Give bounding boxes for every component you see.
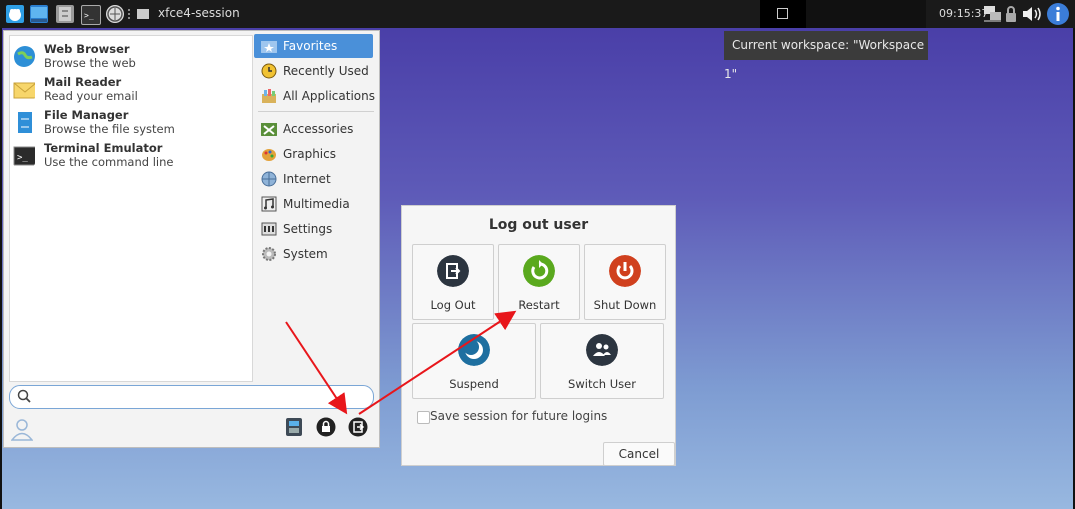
favorites-list: Web Browser Browse the web Mail Reader R… [9,35,253,382]
dialog-title: Log out user [488,217,589,233]
terminal-icon: >_ [13,146,35,166]
lock-icon[interactable] [1004,4,1018,24]
taskbar-window-title[interactable]: xfce4-session [158,6,240,20]
category-separator [258,111,374,112]
applications-icon [262,89,276,103]
category-label: Favorites [283,39,338,53]
xfce-logo-icon[interactable] [6,5,24,23]
lock-screen-icon[interactable] [316,417,336,437]
category-label: Multimedia [283,197,350,211]
category-settings[interactable]: Settings [254,217,373,241]
show-desktop-icon[interactable] [30,5,48,23]
item-title: Terminal Emulator [44,141,163,155]
network-icon[interactable] [982,5,1002,23]
item-subtitle: Browse the web [44,56,136,70]
category-label: All Applications [283,89,375,103]
category-label: Settings [283,222,333,236]
log-out-icon [437,255,469,287]
window-icon [137,9,149,19]
svg-text:>_: >_ [84,11,94,20]
application-menu: Web Browser Browse the web Mail Reader R… [3,30,380,448]
category-label: Accessories [283,122,354,136]
item-subtitle: Read your email [44,89,138,103]
log-out-label: Log Out [430,298,476,312]
settings-panel-icon [261,222,277,236]
svg-text:>_: >_ [17,153,28,163]
suspend-label: Suspend [449,377,499,391]
restart-button[interactable]: Restart [498,244,580,320]
power-icon [609,255,641,287]
category-favorites[interactable]: Favorites [254,34,373,58]
web-browser-launcher-icon[interactable] [106,5,124,23]
item-subtitle: Use the command line [44,155,174,169]
gear-icon [262,247,276,261]
category-recently-used[interactable]: Recently Used [254,59,373,83]
restart-icon [523,255,555,287]
switch-user-button[interactable]: Switch User [540,323,664,399]
workspace-tooltip: Current workspace: "Workspace 1" [724,31,928,81]
file-cabinet-launcher-icon[interactable] [56,5,74,23]
file-cabinet-icon [18,112,32,133]
star-folder-icon [261,41,277,53]
category-all-applications[interactable]: All Applications [254,84,375,108]
info-icon[interactable] [1046,2,1070,26]
category-label: Internet [283,172,331,186]
restart-label: Restart [518,298,560,312]
shut-down-button[interactable]: Shut Down [584,244,666,320]
category-graphics[interactable]: Graphics [254,142,373,166]
suspend-button[interactable]: Suspend [412,323,536,399]
volume-icon[interactable] [1021,5,1043,23]
workspace-area[interactable] [806,0,926,28]
user-avatar-icon[interactable] [11,417,33,441]
search-input[interactable] [9,385,374,409]
settings-manager-icon[interactable] [284,417,304,437]
category-label: Recently Used [283,64,369,78]
category-system[interactable]: System [254,242,373,266]
save-session-label: Save session for future logins [430,409,608,423]
envelope-icon [13,82,35,99]
shut-down-label: Shut Down [593,298,657,312]
clock[interactable]: 09:15:37 [939,7,988,20]
cancel-button[interactable]: Cancel [603,442,675,466]
switch-user-label: Switch User [568,377,636,391]
category-label: Graphics [283,147,336,161]
item-title: Web Browser [44,42,130,56]
users-icon [586,334,618,366]
logout-dialog: Log out user Log Out Restart Shut Down S… [401,205,676,466]
suspend-moon-icon [458,334,490,366]
item-title: File Manager [44,108,129,122]
accessories-icon [261,123,277,136]
globe-icon [14,46,35,67]
globe-icon [261,171,277,187]
log-out-icon[interactable] [348,417,368,437]
save-session-checkbox[interactable] [417,411,430,424]
category-label: System [283,247,328,261]
multimedia-icon [261,196,277,212]
search-icon [17,389,31,403]
top-panel: >_ xfce4-session 09:15:37 [0,0,1075,28]
log-out-button[interactable]: Log Out [412,244,494,320]
category-accessories[interactable]: Accessories [254,117,373,141]
palette-icon [262,149,276,161]
panel-separator [128,9,132,19]
category-multimedia[interactable]: Multimedia [254,192,373,216]
terminal-launcher-icon[interactable]: >_ [81,5,101,25]
workspace-switcher[interactable] [760,0,806,28]
item-subtitle: Browse the file system [44,122,175,136]
category-internet[interactable]: Internet [254,167,373,191]
clock-icon [261,63,277,79]
item-title: Mail Reader [44,75,122,89]
